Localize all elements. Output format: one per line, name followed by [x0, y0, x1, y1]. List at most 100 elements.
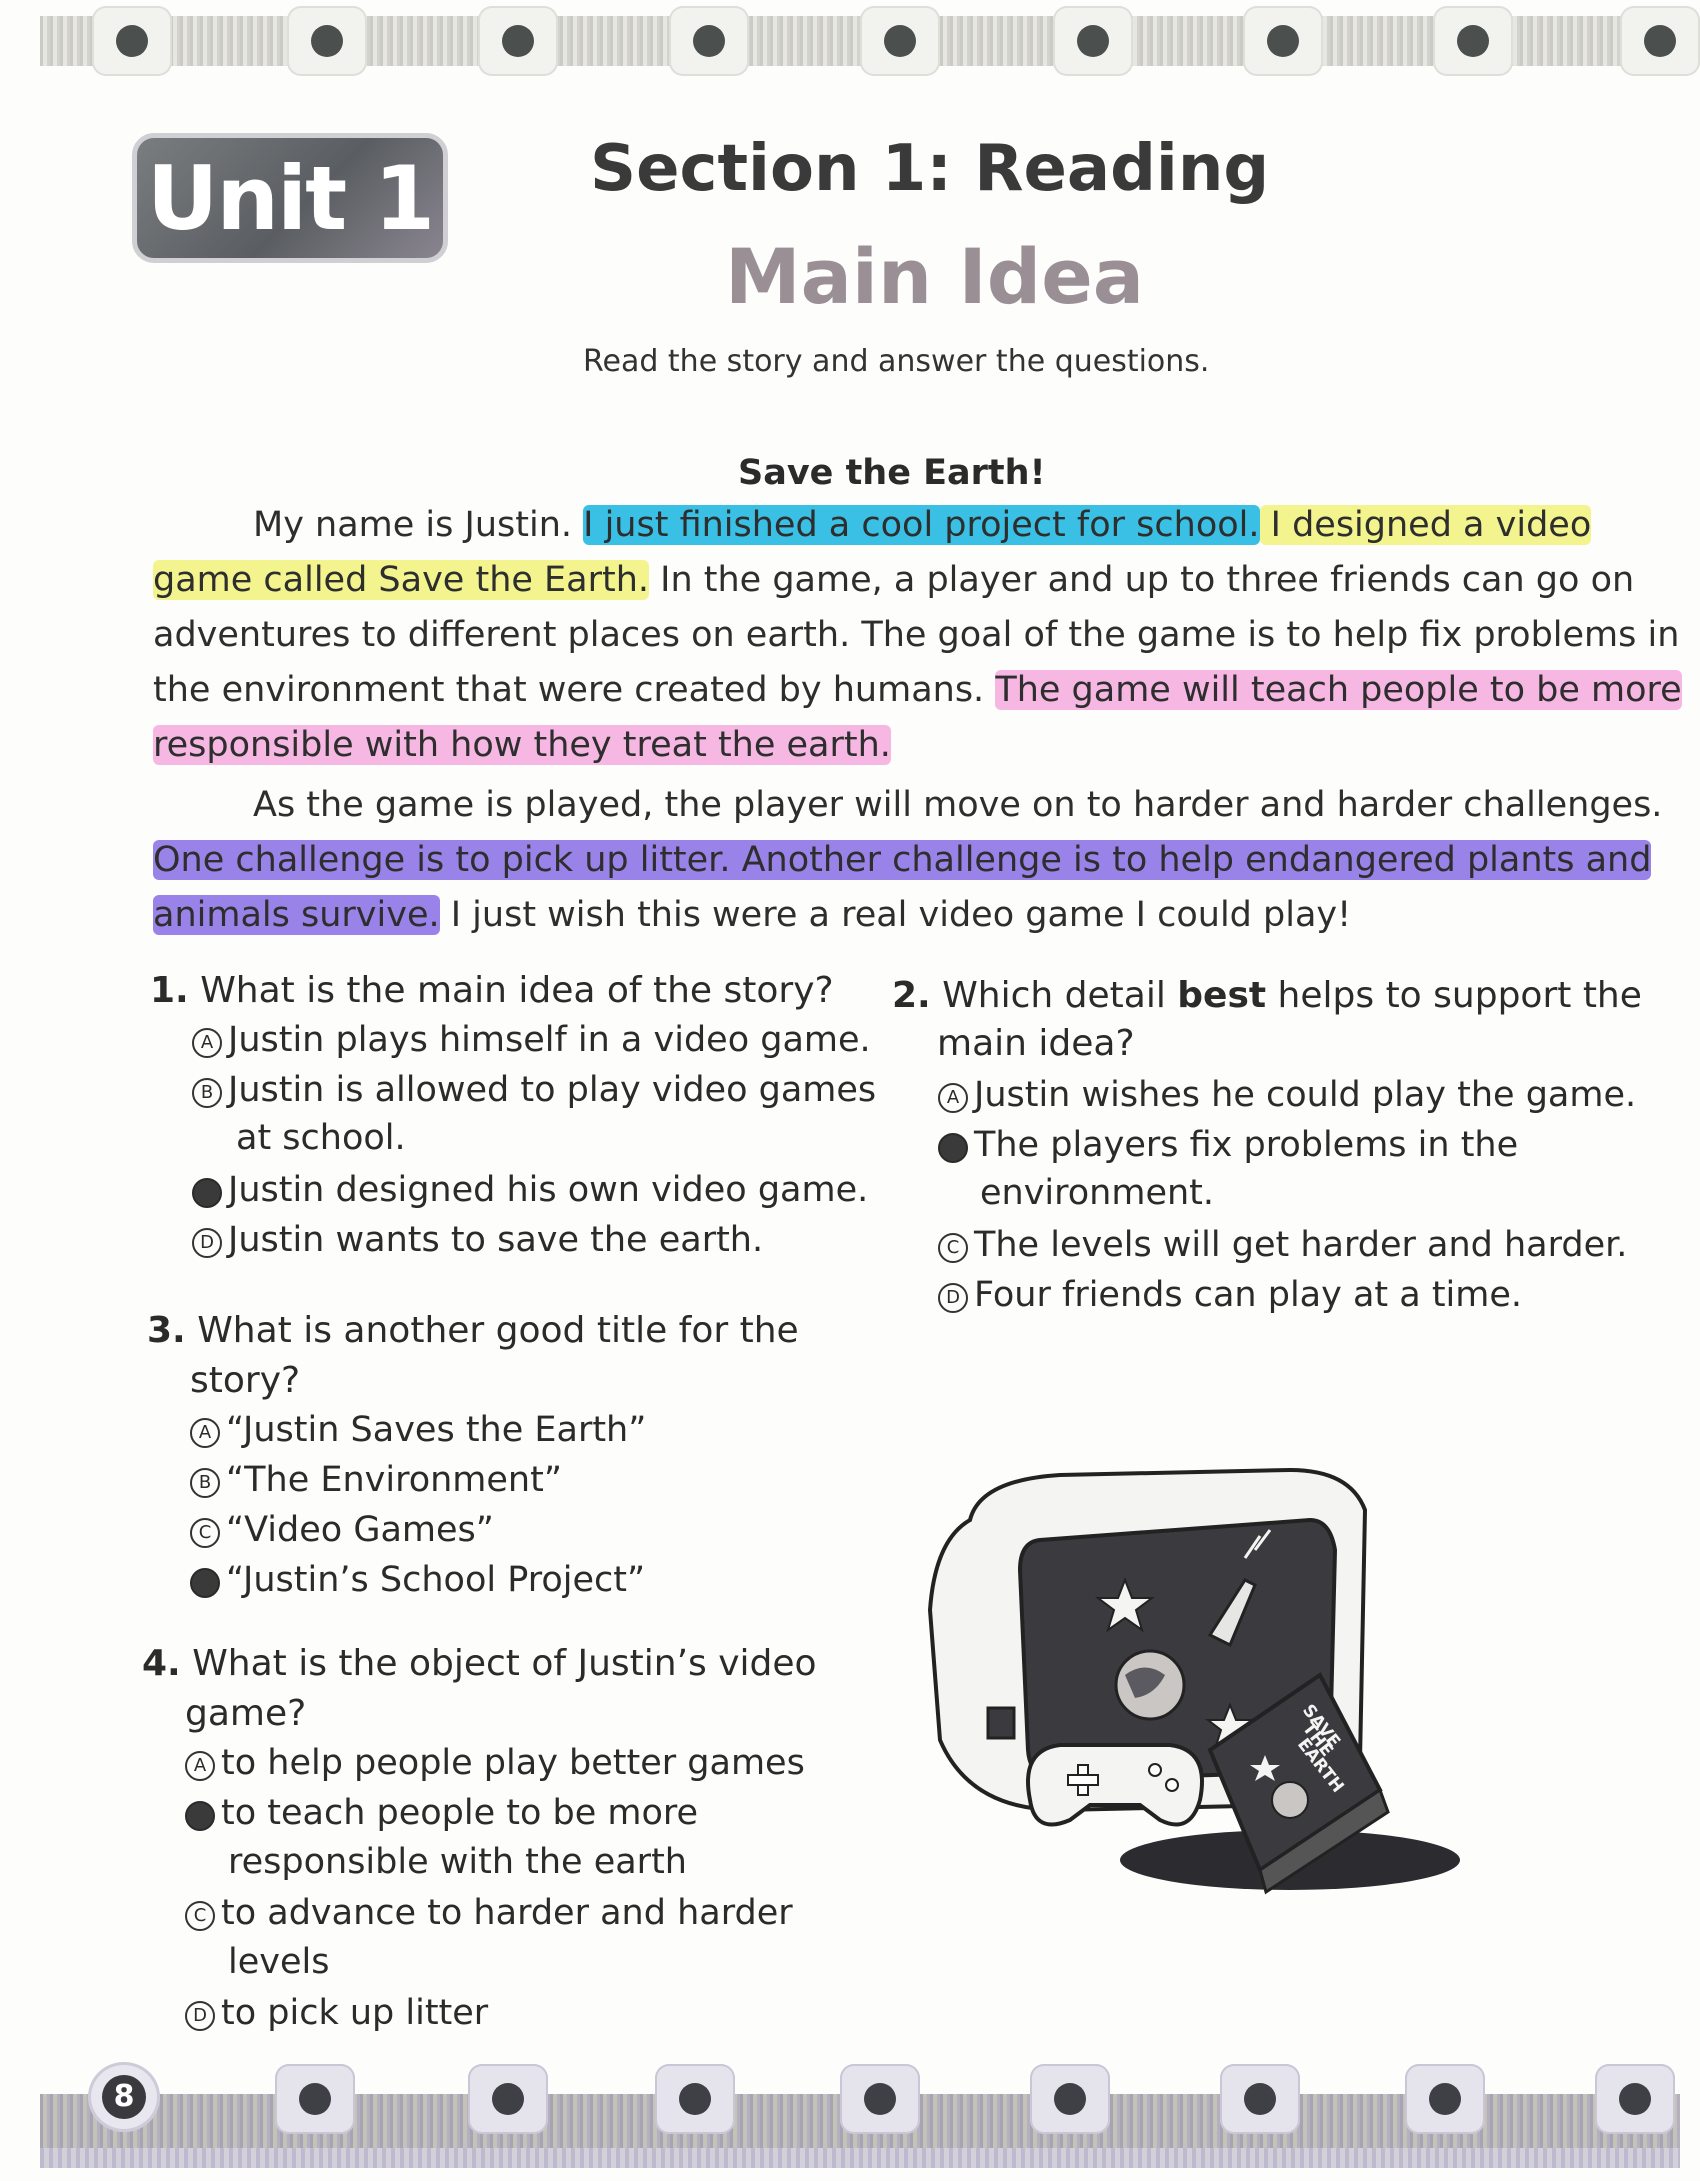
filled-answer-bubble-icon[interactable]: B	[938, 1133, 968, 1163]
answer-bubble-icon[interactable]: B	[192, 1078, 222, 1108]
binder-tab	[655, 2064, 735, 2134]
story-text: I just wish this were a real video game …	[439, 895, 1352, 935]
story-line: My name is Justin. I just finished a coo…	[253, 505, 1592, 545]
answer-bubble-icon[interactable]: C	[190, 1518, 220, 1548]
story-text: In the game, a player and up to three fr…	[649, 560, 1635, 600]
highlighted-text-pink: responsible with how they treat the eart…	[153, 725, 891, 765]
option-text: Justin designed his own video game.	[228, 1170, 869, 1210]
answer-bubble-icon[interactable]: D	[192, 1228, 222, 1258]
binder-tab	[1595, 2064, 1675, 2134]
option-text: The levels will get harder and harder.	[974, 1225, 1628, 1265]
answer-bubble-icon[interactable]: A	[185, 1751, 215, 1781]
binder-hole-icon	[1429, 2083, 1461, 2115]
binder-hole-icon	[884, 25, 916, 57]
answer-option[interactable]: A “Justin Saves the Earth”	[190, 1410, 646, 1450]
option-text: to teach people to be more	[221, 1793, 699, 1833]
unit-label: Unit 1	[146, 146, 435, 250]
answer-bubble-icon[interactable]: C	[185, 1901, 215, 1931]
answer-bubble-icon[interactable]: B	[190, 1468, 220, 1498]
answer-bubble-icon[interactable]: D	[185, 2001, 215, 2031]
answer-option[interactable]: C Justin designed his own video game.	[192, 1170, 868, 1210]
binder-tab	[1433, 6, 1513, 76]
binder-tab	[1220, 2064, 1300, 2134]
binder-hole-icon	[1619, 2083, 1651, 2115]
answer-bubble-icon[interactable]: A	[938, 1083, 968, 1113]
story-text: adventures to different places on earth.…	[153, 615, 1680, 655]
answer-option[interactable]: D Four friends can play at a time.	[938, 1275, 1522, 1315]
option-text: to pick up litter	[221, 1993, 489, 2033]
page-number: 8	[102, 2075, 146, 2119]
binder-hole-icon	[299, 2083, 331, 2115]
option-text: “Justin Saves the Earth”	[226, 1410, 647, 1450]
binder-hole-icon	[311, 25, 343, 57]
binder-hole-icon	[116, 25, 148, 57]
question-1-text: 1. What is the main idea of the story?	[150, 970, 834, 1011]
answer-option[interactable]: Cto advance to harder and harder	[185, 1893, 793, 1933]
story-text: the environment that were created by hum…	[153, 670, 996, 710]
answer-bubble-icon[interactable]: C	[938, 1233, 968, 1263]
question-2-text-continued: main idea?	[937, 1023, 1135, 1064]
answer-option[interactable]: A Justin plays himself in a video game.	[192, 1020, 871, 1060]
answer-option[interactable]: C “Video Games”	[190, 1510, 494, 1550]
binder-hole-icon	[492, 2083, 524, 2115]
binder-hole-icon	[1077, 25, 1109, 57]
highlighted-text-pink: The game will teach people to be more	[995, 670, 1682, 710]
answer-option[interactable]: A Justin wishes he could play the game.	[938, 1075, 1636, 1115]
answer-option[interactable]: Ato help people play better games	[185, 1743, 805, 1783]
question-3-text: 3. What is another good title for the	[147, 1310, 799, 1351]
answer-bubble-icon[interactable]: A	[190, 1418, 220, 1448]
binder-tab	[1053, 6, 1133, 76]
filled-answer-bubble-icon[interactable]: D	[190, 1568, 220, 1598]
question-text-bold: best	[1177, 975, 1267, 1016]
question-text: What is the object of Justin’s video	[192, 1643, 817, 1684]
story-line: One challenge is to pick up litter. Anot…	[153, 840, 1652, 880]
filled-answer-bubble-icon[interactable]: C	[192, 1178, 222, 1208]
unit-badge: Unit 1	[132, 133, 448, 263]
answer-option[interactable]: B The players fix problems in the	[938, 1125, 1518, 1165]
binder-hole-icon	[502, 25, 534, 57]
option-text: “The Environment”	[226, 1460, 562, 1500]
question-text: What is another good title for the	[197, 1310, 799, 1351]
option-text: “Justin’s School Project”	[226, 1560, 646, 1600]
binder-tab	[478, 6, 558, 76]
answer-bubble-icon[interactable]: D	[938, 1283, 968, 1313]
answer-option[interactable]: D “Justin’s School Project”	[190, 1560, 645, 1600]
highlighted-text-yellow: game called Save the Earth.	[153, 560, 650, 600]
story-line: responsible with how they treat the eart…	[153, 725, 891, 765]
binder-tab	[1620, 6, 1700, 76]
story-title: Save the Earth!	[738, 453, 1046, 493]
answer-option[interactable]: B Justin is allowed to play video games	[192, 1070, 876, 1110]
question-text: Which detail	[942, 975, 1178, 1016]
answer-option[interactable]: Dto pick up litter	[185, 1993, 488, 2033]
answer-option[interactable]: B “The Environment”	[190, 1460, 562, 1500]
instructions: Read the story and answer the questions.	[583, 344, 1210, 379]
option-text-continued: environment.	[980, 1173, 1215, 1213]
question-4-text-continued: game?	[185, 1693, 307, 1734]
answer-option[interactable]: Bto teach people to be more	[185, 1793, 698, 1833]
highlighted-text-purple: One challenge is to pick up litter. Anot…	[153, 840, 1652, 880]
topic-title: Main Idea	[725, 232, 1145, 321]
answer-option[interactable]: C The levels will get harder and harder.	[938, 1225, 1627, 1265]
binder-hole-icon	[1244, 2083, 1276, 2115]
option-text-continued: at school.	[236, 1118, 406, 1158]
question-3-text-continued: story?	[190, 1360, 301, 1401]
binder-tab	[840, 2064, 920, 2134]
answer-bubble-icon[interactable]: A	[192, 1028, 222, 1058]
bottom-border-strip-lower	[40, 2148, 1680, 2168]
binder-tab	[468, 2064, 548, 2134]
question-4-text: 4. What is the object of Justin’s video	[142, 1643, 817, 1684]
option-text: Justin wants to save the earth.	[228, 1220, 764, 1260]
game-controller-icon	[1026, 1743, 1204, 1827]
binder-hole-icon	[693, 25, 725, 57]
binder-hole-icon	[1267, 25, 1299, 57]
binder-hole-icon	[679, 2083, 711, 2115]
option-text: Justin wishes he could play the game.	[974, 1075, 1637, 1115]
option-text: to advance to harder and harder	[221, 1893, 793, 1933]
filled-answer-bubble-icon[interactable]: B	[185, 1801, 215, 1831]
binder-hole-icon	[1054, 2083, 1086, 2115]
question-text: What is the main idea of the story?	[200, 970, 834, 1011]
question-number: 1.	[150, 970, 189, 1011]
option-text: Justin is allowed to play video games	[228, 1070, 877, 1110]
option-text-continued: responsible with the earth	[228, 1842, 687, 1882]
answer-option[interactable]: D Justin wants to save the earth.	[192, 1220, 763, 1260]
